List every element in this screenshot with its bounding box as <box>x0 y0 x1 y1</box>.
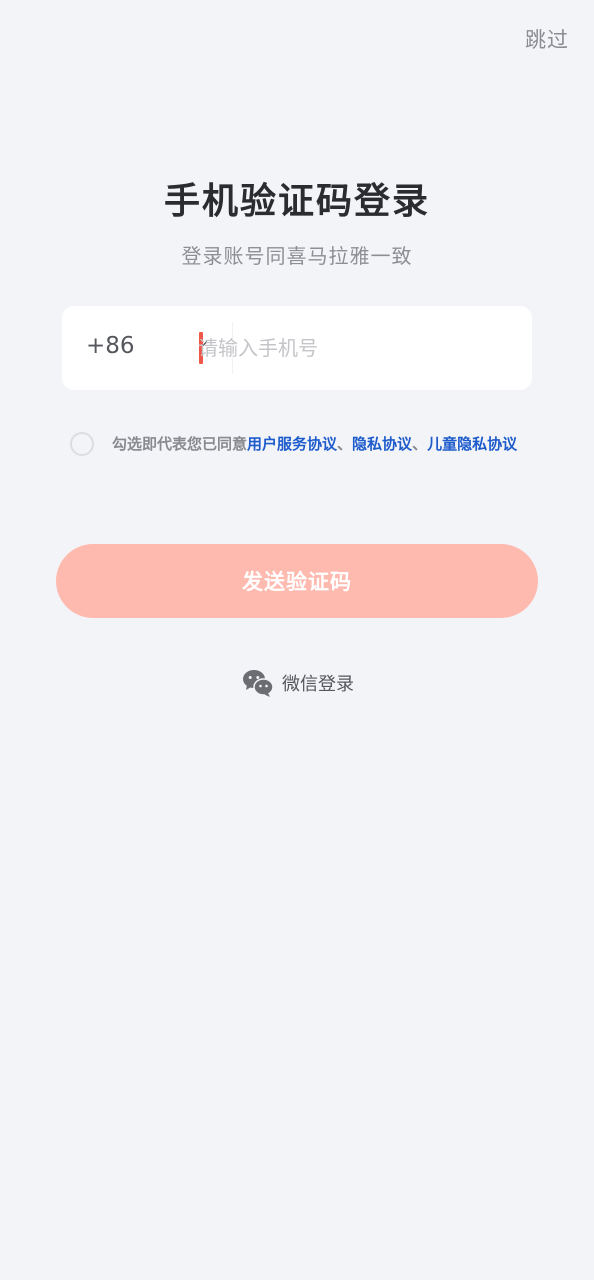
phone-input-box: +86 <box>62 306 532 390</box>
wechat-login-label: 微信登录 <box>282 674 354 695</box>
wechat-login-button[interactable]: 微信登录 <box>242 666 354 700</box>
country-code-selector[interactable]: +86 <box>86 333 135 359</box>
skip-button[interactable]: 跳过 <box>525 24 569 54</box>
page-title: 手机验证码登录 <box>163 181 430 222</box>
agreement-separator: 、 <box>337 435 353 453</box>
agreement-prefix: 勾选即代表您已同意 <box>112 435 248 453</box>
agreement-separator: 、 <box>412 435 428 453</box>
agreement-checkbox[interactable] <box>70 432 94 456</box>
wechat-icon <box>243 670 274 697</box>
send-code-button[interactable]: 发送验证码 <box>56 544 538 618</box>
child-privacy-agreement-link[interactable]: 儿童隐私协议 <box>427 435 517 453</box>
agreement-text: 勾选即代表您已同意用户服务协议、隐私协议、儿童隐私协议 <box>112 432 532 456</box>
user-service-agreement-link[interactable]: 用户服务协议 <box>247 435 337 453</box>
phone-number-input[interactable] <box>198 328 518 368</box>
privacy-agreement-link[interactable]: 隐私协议 <box>352 435 412 453</box>
page-subtitle: 登录账号同喜马拉雅一致 <box>181 244 413 268</box>
